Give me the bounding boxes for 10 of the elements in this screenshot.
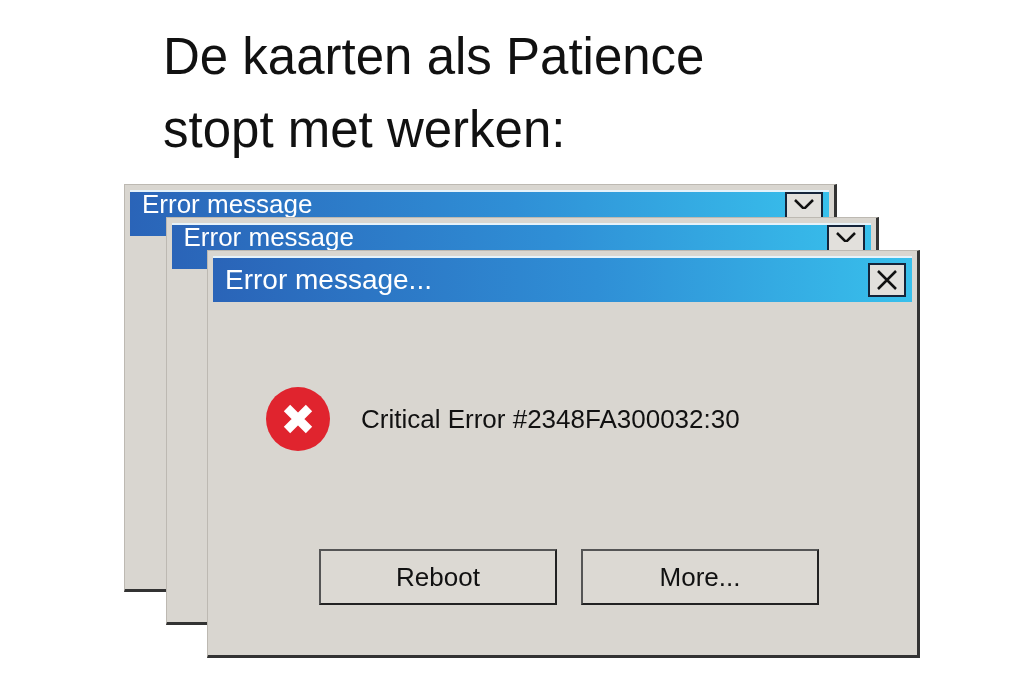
error-message: Critical Error #2348FA300032:30 (361, 403, 740, 435)
caption-line: stopt met werken: (163, 100, 566, 160)
error-icon (265, 386, 331, 452)
dialog-button[interactable]: More... (581, 549, 819, 605)
window-title: Error message... (225, 264, 432, 296)
close-button[interactable] (868, 263, 906, 297)
window-title: Error message (142, 192, 313, 217)
dialog-button[interactable]: Reboot (319, 549, 557, 605)
window-title: Error message (183, 225, 354, 250)
caption-line: De kaarten als Patience (163, 27, 705, 87)
